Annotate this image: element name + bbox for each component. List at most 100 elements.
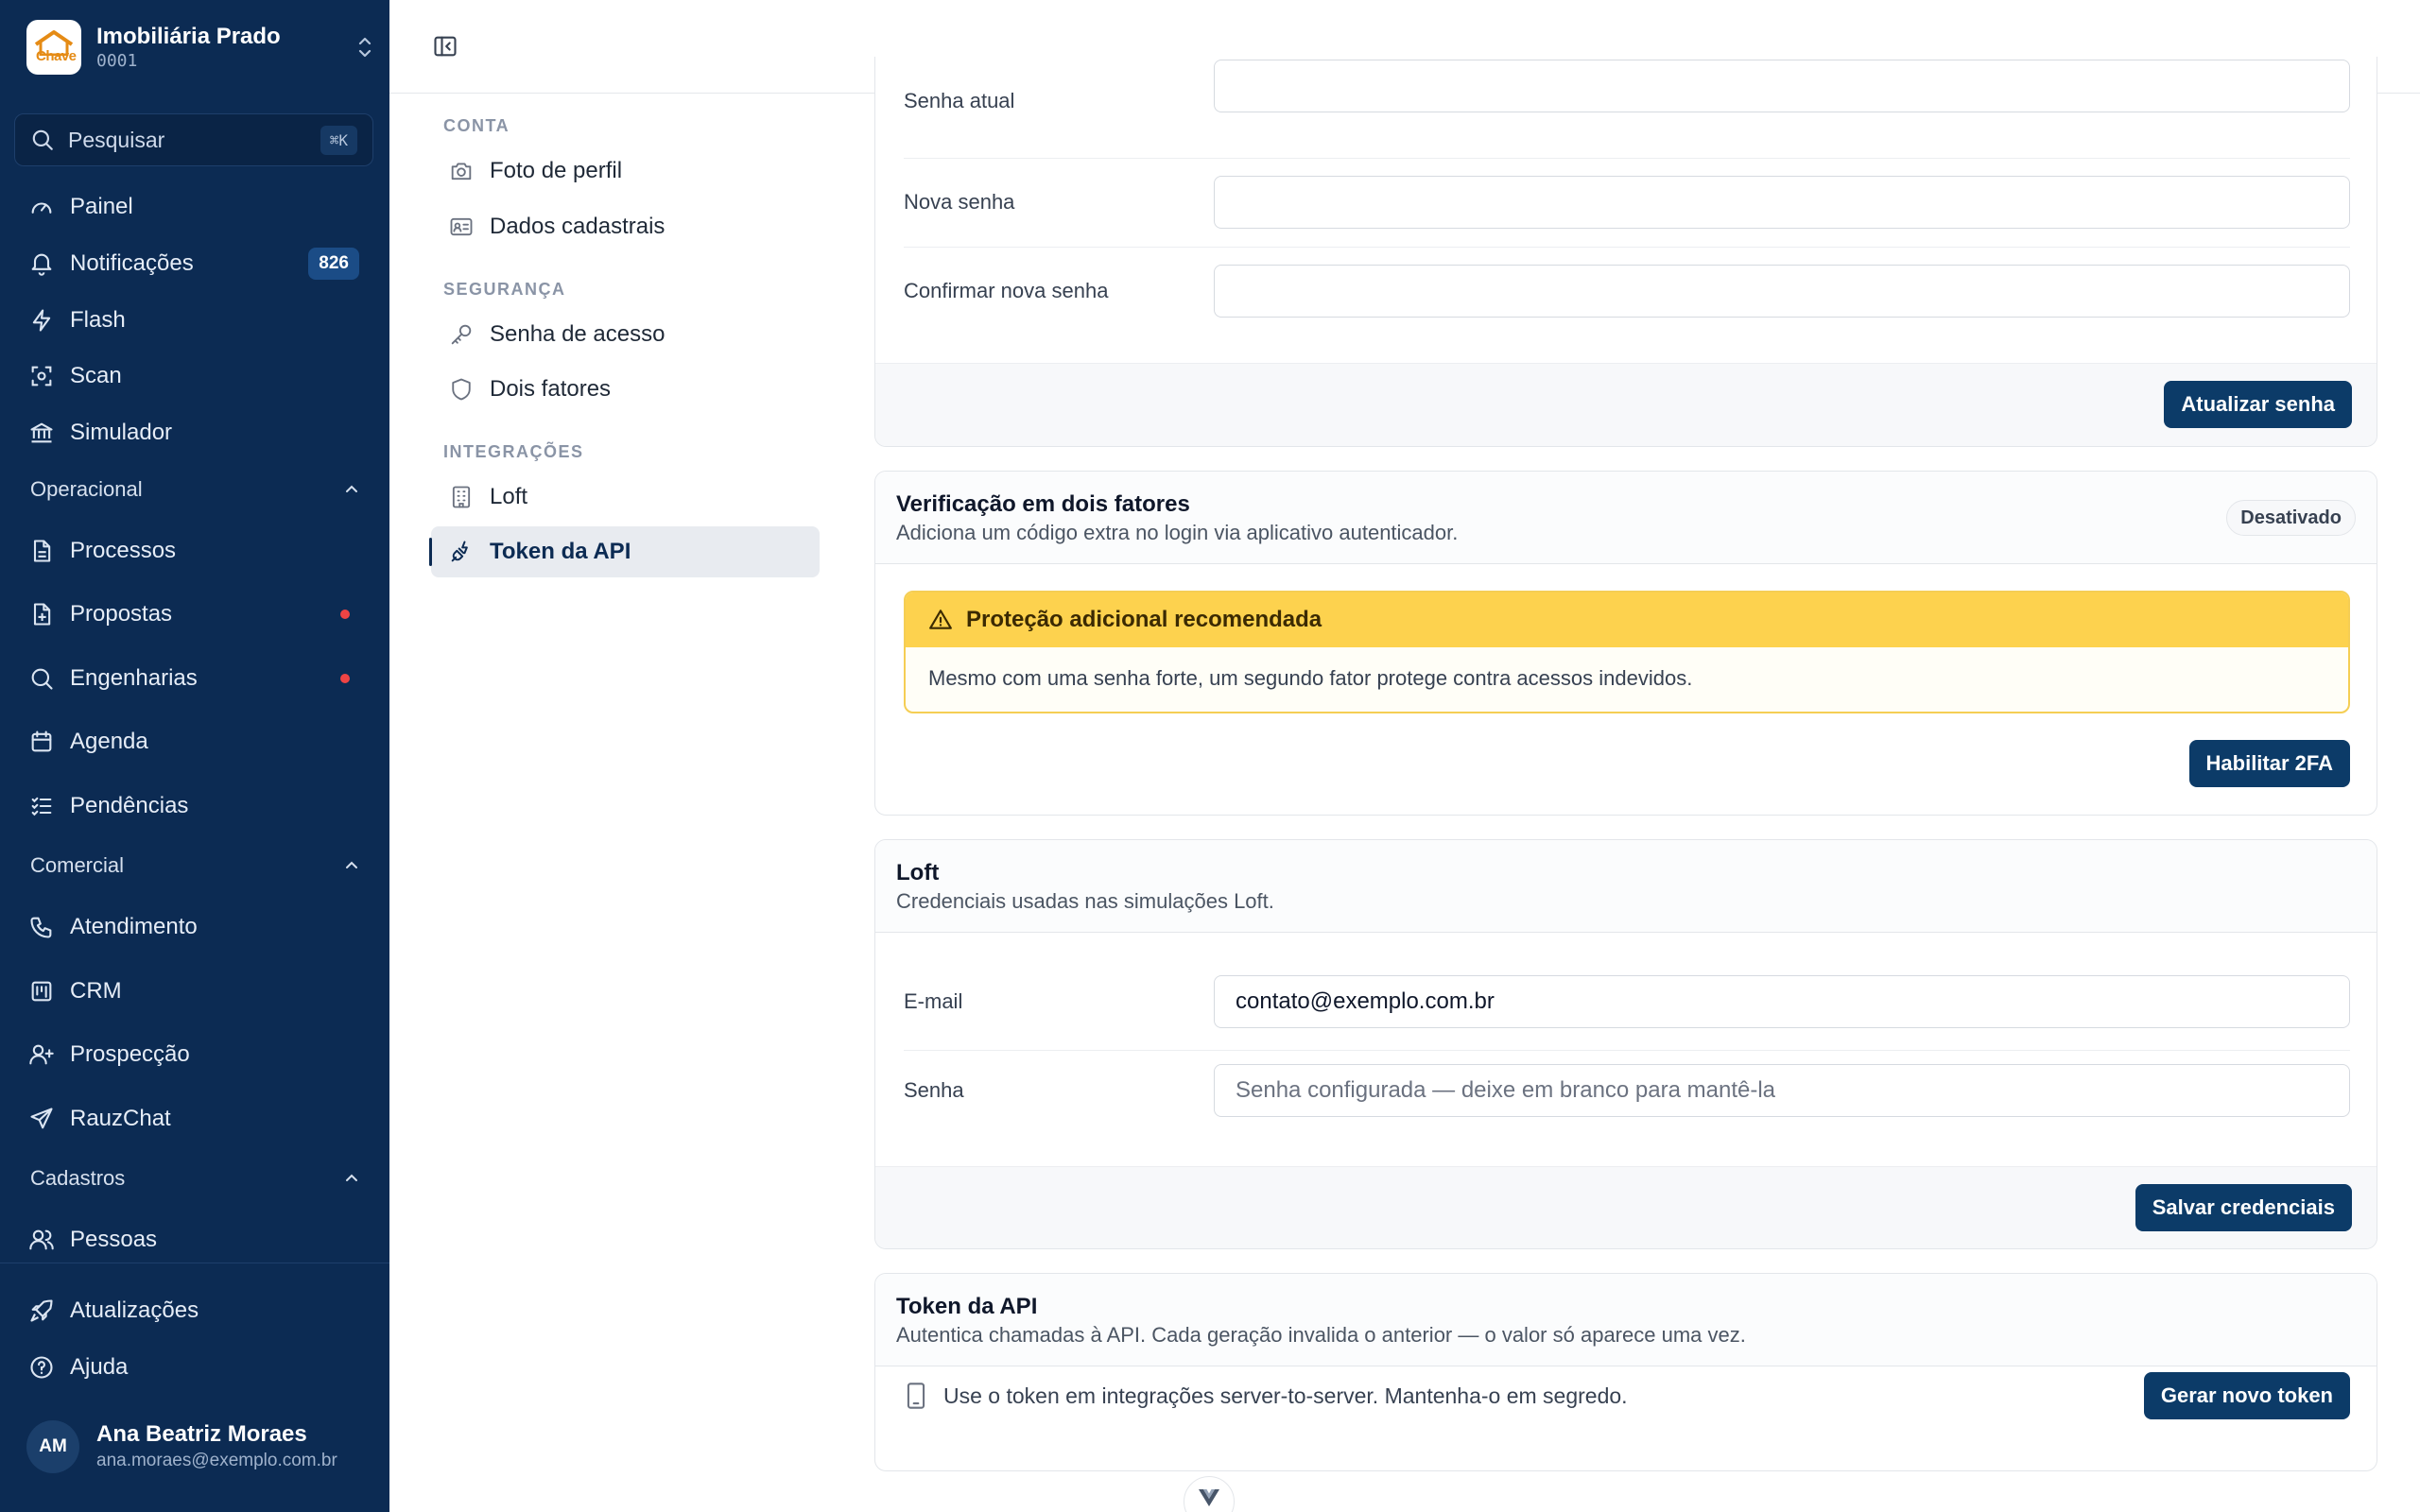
loft-card-subtitle: Credenciais usadas nas simulações Loft. — [896, 889, 1274, 913]
sidebar-item-crm[interactable]: CRM — [28, 971, 359, 1012]
kanban-icon — [31, 981, 52, 1002]
sidebar-item-pendencias[interactable]: Pendências — [28, 785, 359, 827]
shield-icon — [452, 378, 471, 401]
token-note: Use o token em integrações server-to-ser… — [943, 1383, 1628, 1408]
token-card-subtitle: Autentica chamadas à API. Cada geração i… — [896, 1323, 1746, 1347]
settings-item-senha-de-acesso[interactable]: Senha de acesso — [431, 309, 820, 360]
sidebar-item-simulador[interactable]: Simulador — [28, 412, 359, 454]
sidebar-item-label: Processos — [70, 538, 177, 563]
twofa-card-title: Verificação em dois fatores — [896, 491, 1190, 517]
sidebar-item-label: Atualizações — [70, 1297, 199, 1323]
settings-item-label: Dois fatores — [490, 376, 612, 402]
sidebar-item-label: CRM — [70, 978, 122, 1004]
org-switcher[interactable]: Chave Imobiliária Prado 0001 — [26, 19, 376, 76]
org-code: 0001 — [96, 51, 138, 71]
zap-icon — [32, 309, 51, 332]
confirm-password-field[interactable] — [1214, 265, 2350, 318]
sidebar-item-ajuda[interactable]: Ajuda — [28, 1347, 359, 1388]
settings-section-conta: CONTA — [443, 116, 510, 135]
bank-icon — [30, 422, 53, 443]
sidebar-item-atendimento[interactable]: Atendimento — [28, 906, 359, 948]
sidebar-item-engenharias[interactable]: Engenharias — [28, 658, 359, 699]
generate-token-button[interactable]: Gerar novo token — [2143, 1372, 2350, 1419]
alert-triangle-icon — [929, 610, 952, 629]
org-logo-text: Chave — [36, 48, 77, 64]
sidebar-item-pessoas[interactable]: Pessoas — [28, 1219, 359, 1261]
update-password-button[interactable]: Atualizar senha — [2164, 381, 2352, 428]
search-label: Pesquisar — [68, 127, 165, 152]
unread-dot — [340, 610, 350, 619]
sidebar-group-label: Operacional — [30, 477, 143, 501]
users-icon — [29, 1229, 54, 1250]
enable-2fa-button[interactable]: Habilitar 2FA — [2188, 740, 2350, 787]
settings-item-label: Loft — [490, 484, 528, 509]
settings-item-token-da-api[interactable]: Token da API — [429, 526, 820, 577]
avatar: AM — [26, 1420, 79, 1473]
sidebar-item-prospeccao[interactable]: Prospecção — [28, 1034, 359, 1075]
sidebar-item-scan[interactable]: Scan — [28, 355, 359, 397]
unread-dot — [340, 674, 350, 683]
loft-password-row: Senha Senha configurada — deixe em branc… — [904, 1046, 2350, 1135]
scan-icon — [31, 366, 52, 387]
sidebar-item-painel[interactable]: Painel — [28, 186, 359, 228]
settings-item-label: Token da API — [490, 539, 631, 564]
list-check-icon — [31, 797, 52, 816]
new-password-row: Nova senha — [904, 158, 2350, 247]
sidebar-item-label: Flash — [70, 307, 126, 333]
search-icon — [32, 129, 53, 150]
save-credentials-button[interactable]: Salvar credenciais — [2135, 1184, 2352, 1231]
sidebar-item-agenda[interactable]: Agenda — [28, 721, 359, 763]
token-card-title: Token da API — [896, 1294, 1038, 1319]
current-password-field[interactable] — [1214, 60, 2350, 112]
new-password-field[interactable] — [1214, 176, 2350, 229]
settings-item-dados-cadastrais[interactable]: Dados cadastrais — [431, 201, 820, 252]
sidebar-group-comercial[interactable]: Comercial — [30, 847, 361, 885]
phone-icon — [30, 917, 52, 938]
chevron-up-icon — [346, 1174, 357, 1181]
org-logo: Chave — [26, 20, 81, 75]
sidebar-item-label: Notificações — [70, 250, 194, 276]
token-card: Token da API Autentica chamadas à API. C… — [874, 1273, 2377, 1471]
sidebar-item-label: Prospecção — [70, 1041, 190, 1067]
sidebar-item-atualizacoes[interactable]: Atualizações — [28, 1290, 359, 1332]
settings-item-loft[interactable]: Loft — [431, 472, 820, 523]
sidebar-item-propostas[interactable]: Propostas — [28, 593, 359, 635]
user-plus-icon — [29, 1044, 54, 1065]
sidebar-group-operacional[interactable]: Operacional — [30, 471, 361, 508]
sidebar: Chave Imobiliária Prado 0001 Pesquisar ⌘… — [0, 0, 389, 1512]
camera-icon — [451, 163, 472, 180]
settings-item-foto-de-perfil[interactable]: Foto de perfil — [431, 146, 820, 197]
sidebar-item-label: Scan — [70, 363, 122, 388]
sidebar-item-flash[interactable]: Flash — [28, 300, 359, 341]
loft-card-title: Loft — [896, 860, 940, 885]
loft-password-field[interactable]: Senha configurada — deixe em branco para… — [1214, 1064, 2350, 1117]
sidebar-item-rauzchat[interactable]: RauzChat — [28, 1098, 359, 1140]
settings-item-dois-fatores[interactable]: Dois fatores — [431, 364, 820, 415]
sidebar-item-processos[interactable]: Processos — [28, 530, 359, 572]
loft-email-row: E-mail contato@exemplo.com.br — [904, 957, 2350, 1046]
search-input[interactable]: Pesquisar ⌘K — [14, 113, 373, 166]
gauge-icon — [31, 202, 52, 214]
password-card-footer: Atualizar senha — [875, 363, 2377, 446]
chevrons-up-down-icon[interactable] — [354, 31, 376, 63]
confirm-password-label: Confirmar nova senha — [904, 279, 1109, 302]
confirm-password-row: Confirmar nova senha — [904, 247, 2350, 335]
notification-count-badge: 826 — [308, 248, 359, 280]
sidebar-group-cadastros[interactable]: Cadastros — [30, 1160, 361, 1197]
loft-email-field[interactable]: contato@exemplo.com.br — [1214, 975, 2350, 1028]
twofa-card: Verificação em dois fatores Adiciona um … — [874, 471, 2377, 816]
loft-email-label: E-mail — [904, 989, 963, 1013]
user-menu[interactable]: AM Ana Beatriz Moraes ana.moraes@exemplo… — [26, 1414, 376, 1480]
rocket-icon — [30, 1299, 53, 1322]
sidebar-item-notificacoes[interactable]: Notificações 826 — [28, 243, 359, 284]
send-icon — [30, 1108, 53, 1129]
status-badge: Desativado — [2226, 500, 2356, 536]
loft-password-label: Senha — [904, 1078, 964, 1102]
settings-item-label: Dados cadastrais — [490, 214, 666, 239]
file-icon — [33, 540, 51, 562]
sidebar-toggle-button[interactable] — [429, 30, 461, 62]
password-card: Senha atual Nova senha Confirmar nova se… — [874, 57, 2377, 447]
scroll-down-button[interactable] — [1184, 1476, 1235, 1512]
sidebar-item-label: Simulador — [70, 420, 173, 445]
sidebar-item-label: RauzChat — [70, 1106, 171, 1131]
